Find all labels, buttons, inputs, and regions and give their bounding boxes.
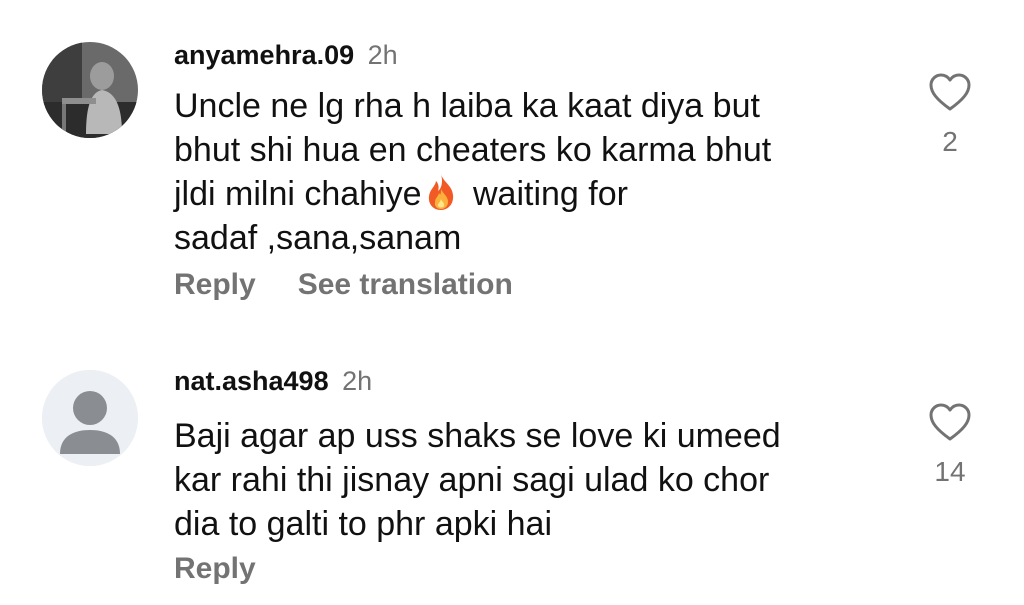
comment-line: sadaf ,sana,sanam <box>174 219 462 257</box>
username[interactable]: anyamehra.09 <box>174 40 354 70</box>
timestamp: 2h <box>367 40 398 70</box>
comment-actions: Reply <box>174 552 256 586</box>
comment-header: nat.asha498 2h <box>174 366 372 397</box>
comment-line: Uncle ne lg rha h laiba ka kaat diya but <box>174 87 760 125</box>
reply-button[interactable]: Reply <box>174 268 256 301</box>
person-silhouette-icon <box>42 370 138 466</box>
comment-line: Baji agar ap uss shaks se love ki umeed <box>174 417 781 455</box>
comment-item: nat.asha498 2h Baji agar ap uss shaks se… <box>0 330 1024 605</box>
comment-line: jldi milni chahiye waiting for <box>174 172 874 216</box>
like-count: 14 <box>934 456 966 487</box>
heart-outline-icon[interactable] <box>928 402 972 442</box>
comment-item: anyamehra.09 2h Uncle ne lg rha h laiba … <box>0 0 1024 330</box>
reply-button[interactable]: Reply <box>174 552 256 585</box>
like-count: 2 <box>942 126 958 157</box>
fire-emoji-icon <box>428 174 453 210</box>
comment-line: kar rahi thi jisnay apni sagi ulad ko ch… <box>174 461 770 499</box>
comment-line: dia to galti to phr apki hai <box>174 505 553 543</box>
like-control[interactable]: 14 <box>925 402 975 488</box>
heart-outline-icon[interactable] <box>928 72 972 112</box>
timestamp: 2h <box>342 366 373 396</box>
username[interactable]: nat.asha498 <box>174 366 329 396</box>
comment-line-part: jldi milni chahiye <box>174 175 422 213</box>
avatar[interactable] <box>42 42 138 138</box>
comment-line: bhut shi hua en cheaters ko karma bhut <box>174 131 772 169</box>
see-translation-button[interactable]: See translation <box>298 268 513 301</box>
comment-actions: Reply See translation <box>174 268 513 302</box>
avatar[interactable] <box>42 370 138 466</box>
like-control[interactable]: 2 <box>925 72 975 158</box>
comment-line-part: waiting for <box>473 175 628 213</box>
comment-header: anyamehra.09 2h <box>174 40 398 71</box>
comment-text: Baji agar ap uss shaks se love ki umeed … <box>174 414 874 546</box>
user-photo-icon <box>42 42 138 138</box>
comment-text: Uncle ne lg rha h laiba ka kaat diya but… <box>174 84 874 260</box>
